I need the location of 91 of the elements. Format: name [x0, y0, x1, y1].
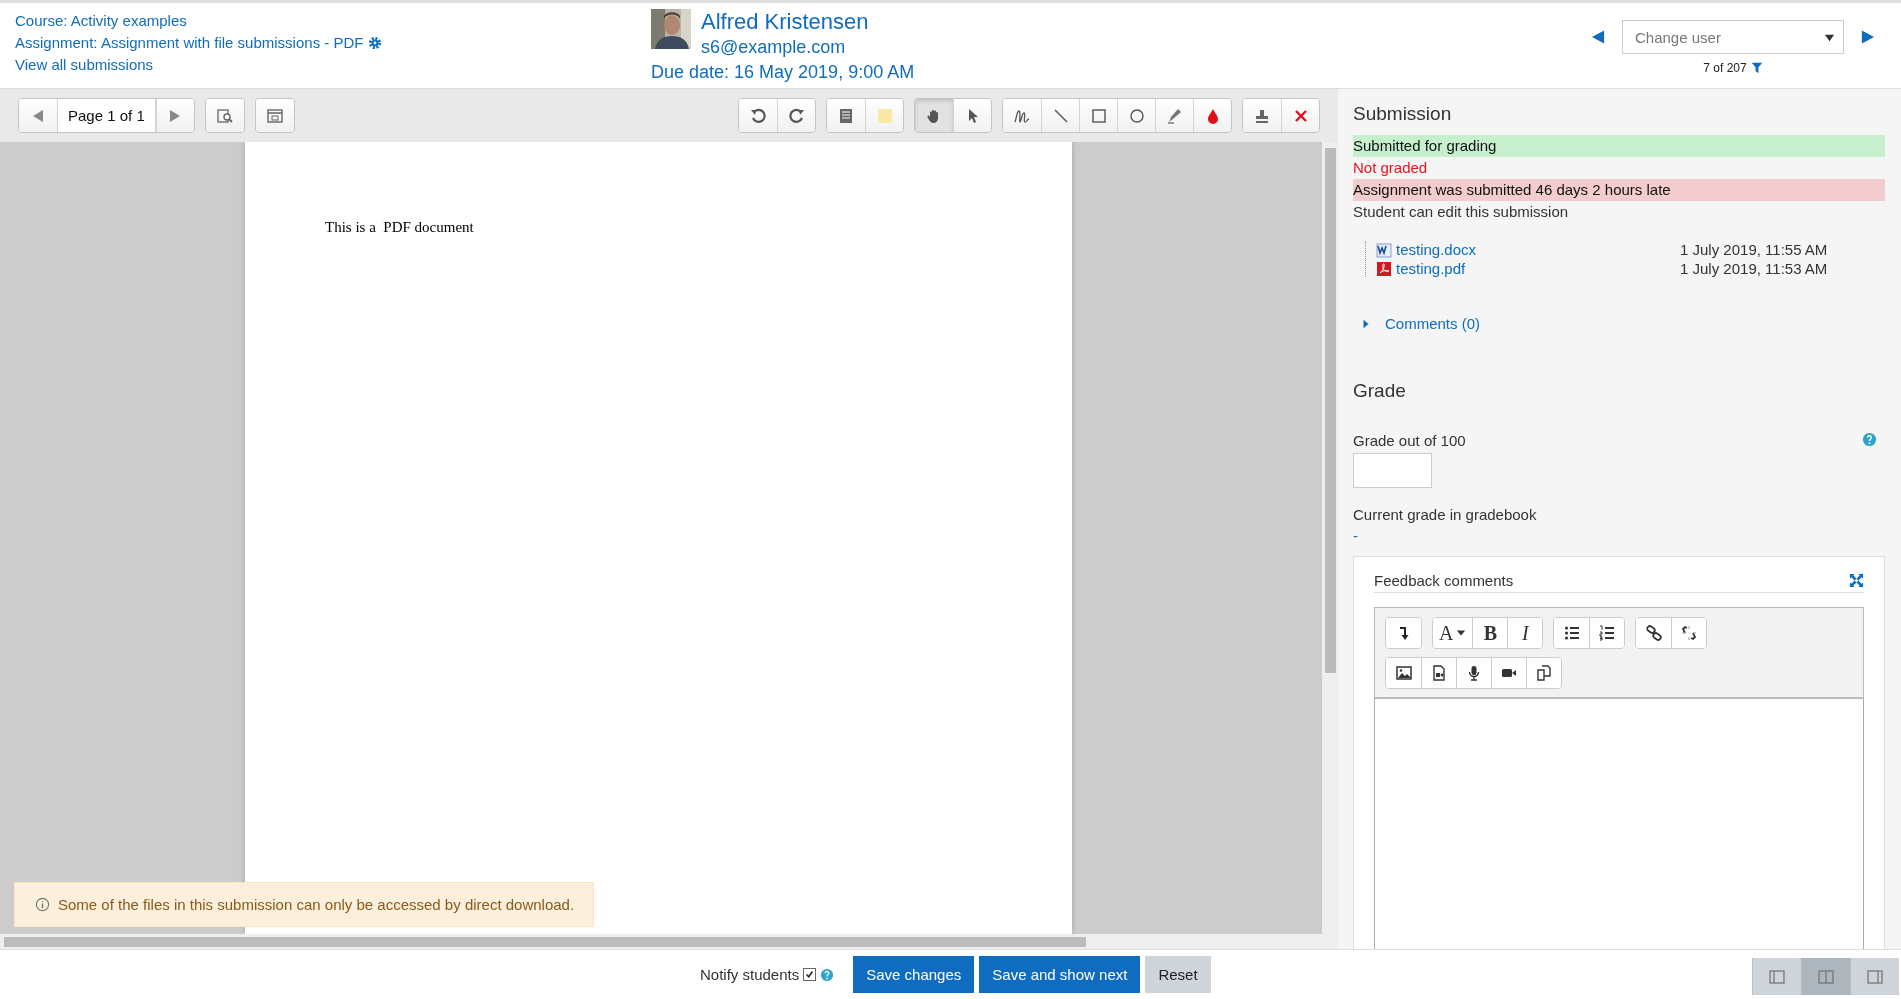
- pdf-file-icon: [1376, 260, 1392, 277]
- help-icon: [820, 967, 835, 982]
- search-icon: [216, 107, 233, 124]
- check-icon: [805, 970, 815, 979]
- save-button[interactable]: Save changes: [853, 956, 975, 993]
- current-grade-value: -: [1353, 527, 1358, 544]
- grade-label: Grade out of 100: [1353, 432, 1466, 449]
- oval-icon: [1128, 107, 1145, 124]
- layout-icon: [1818, 968, 1834, 985]
- notify-checkbox[interactable]: [803, 968, 817, 981]
- rotate-left-tool-button[interactable]: [739, 99, 777, 132]
- fullscreen-icon: [1849, 573, 1864, 588]
- stamp-tool-button[interactable]: [1243, 99, 1281, 132]
- comment-color-tool-button[interactable]: [865, 99, 903, 132]
- settings-icon: [368, 35, 383, 50]
- numbered-list-icon: [1599, 625, 1616, 641]
- caret-icon: [1456, 628, 1467, 638]
- info-icon: [35, 897, 50, 912]
- rectangle-tool-button[interactable]: [1079, 99, 1117, 132]
- next-page-button[interactable]: [155, 99, 194, 132]
- page-indicator: Page 1 of 1: [57, 99, 156, 132]
- rectangle-icon: [1090, 107, 1107, 124]
- files-icon: [1536, 665, 1552, 681]
- rotate-left-icon: [750, 107, 766, 124]
- comments-link[interactable]: Comments (0): [1385, 315, 1481, 332]
- rotate-right-tool-button[interactable]: [777, 99, 815, 132]
- save-button[interactable]: Save and show next: [979, 956, 1141, 993]
- word-file-icon: [1376, 241, 1392, 258]
- file-link[interactable]: testing.pdf: [1396, 260, 1680, 277]
- change-user-select[interactable]: Change user: [1622, 20, 1844, 54]
- image-icon: [1395, 665, 1412, 681]
- next-user-icon: [1860, 29, 1875, 45]
- stamp-icon: [1254, 107, 1270, 124]
- annotation-color-tool-button[interactable]: [1193, 99, 1231, 132]
- grade-heading: Grade: [1353, 380, 1407, 402]
- microphone-icon: [1466, 665, 1482, 681]
- vertical-scrollbar[interactable]: [1322, 142, 1338, 949]
- pen-tool-button[interactable]: [1003, 99, 1041, 132]
- highlighter-icon: [1166, 107, 1183, 124]
- line-icon: [1052, 107, 1069, 124]
- file-link[interactable]: testing.docx: [1396, 241, 1680, 258]
- numbers-button[interactable]: [1589, 618, 1625, 648]
- late-status: Assignment was submitted 46 days 2 hours late: [1353, 179, 1885, 201]
- highlight-tool-button[interactable]: [1155, 99, 1193, 132]
- manage-files-button[interactable]: [1526, 658, 1561, 688]
- student-email: s6@example.com: [701, 37, 846, 57]
- note-icon: [838, 107, 854, 124]
- user-count: 7 of 207: [1703, 61, 1747, 75]
- oval-tool-button[interactable]: [1117, 99, 1155, 132]
- search-button[interactable]: [205, 99, 244, 132]
- bullet-list-icon: [1563, 625, 1580, 641]
- due-date: Due date: 16 May 2019, 9:00 AM: [651, 62, 915, 82]
- expand-button[interactable]: [255, 99, 294, 132]
- reset-button[interactable]: Reset: [1145, 956, 1211, 993]
- collapse-button[interactable]: [1386, 618, 1421, 648]
- unlink-button[interactable]: [1671, 618, 1707, 648]
- media-file-icon: [1431, 665, 1447, 681]
- document-text: This is a PDF document: [325, 219, 474, 235]
- file-date: 1 July 2019, 11:55 AM: [1680, 241, 1829, 258]
- layout-icon: [1867, 968, 1883, 985]
- error-status: Not graded: [1353, 158, 1429, 178]
- layout-icon: [1769, 968, 1785, 985]
- filter-icon: [1750, 62, 1763, 74]
- notify-students-label: Notify students: [700, 966, 800, 983]
- comment-tool-button[interactable]: [827, 99, 865, 132]
- delete-tool-button[interactable]: [1281, 99, 1319, 132]
- notice-message: Some of the files in this submission can only be accessed by direct download.: [58, 896, 575, 913]
- course-link[interactable]: Course: Activity examples: [15, 12, 651, 29]
- previous-page-button[interactable]: [19, 99, 57, 132]
- italic-button[interactable]: I: [1507, 618, 1543, 648]
- link-icon: [1645, 625, 1662, 641]
- pan-tool-button[interactable]: [915, 99, 953, 132]
- success-status: Submitted for grading: [1353, 135, 1885, 157]
- unlink-icon: [1681, 625, 1698, 641]
- swatch-icon: [876, 107, 893, 124]
- file-date: 1 July 2019, 11:53 AM: [1680, 260, 1829, 277]
- close-icon: [1292, 107, 1309, 124]
- grade-input[interactable]: [1353, 453, 1432, 488]
- feedback-heading: Feedback comments: [1374, 572, 1514, 589]
- edit-status: Student can edit this submission: [1353, 202, 1570, 222]
- help-icon: [1862, 432, 1877, 447]
- rotate-right-icon: [788, 107, 805, 124]
- submission-heading: Submission: [1353, 103, 1453, 125]
- assignment-link[interactable]: Assignment: Assignment with file submissions - PDF: [15, 34, 364, 51]
- select-tool-button[interactable]: [953, 99, 991, 132]
- student-name-link[interactable]: Alfred Kristensen: [701, 9, 869, 34]
- view-all-submissions-link[interactable]: View all submissions: [15, 56, 651, 73]
- window-icon: [266, 107, 283, 124]
- previous-user-icon: [1591, 29, 1606, 45]
- horizontal-scrollbar[interactable]: [0, 934, 1322, 949]
- current-grade-label: Current grade in gradebook: [1353, 506, 1537, 523]
